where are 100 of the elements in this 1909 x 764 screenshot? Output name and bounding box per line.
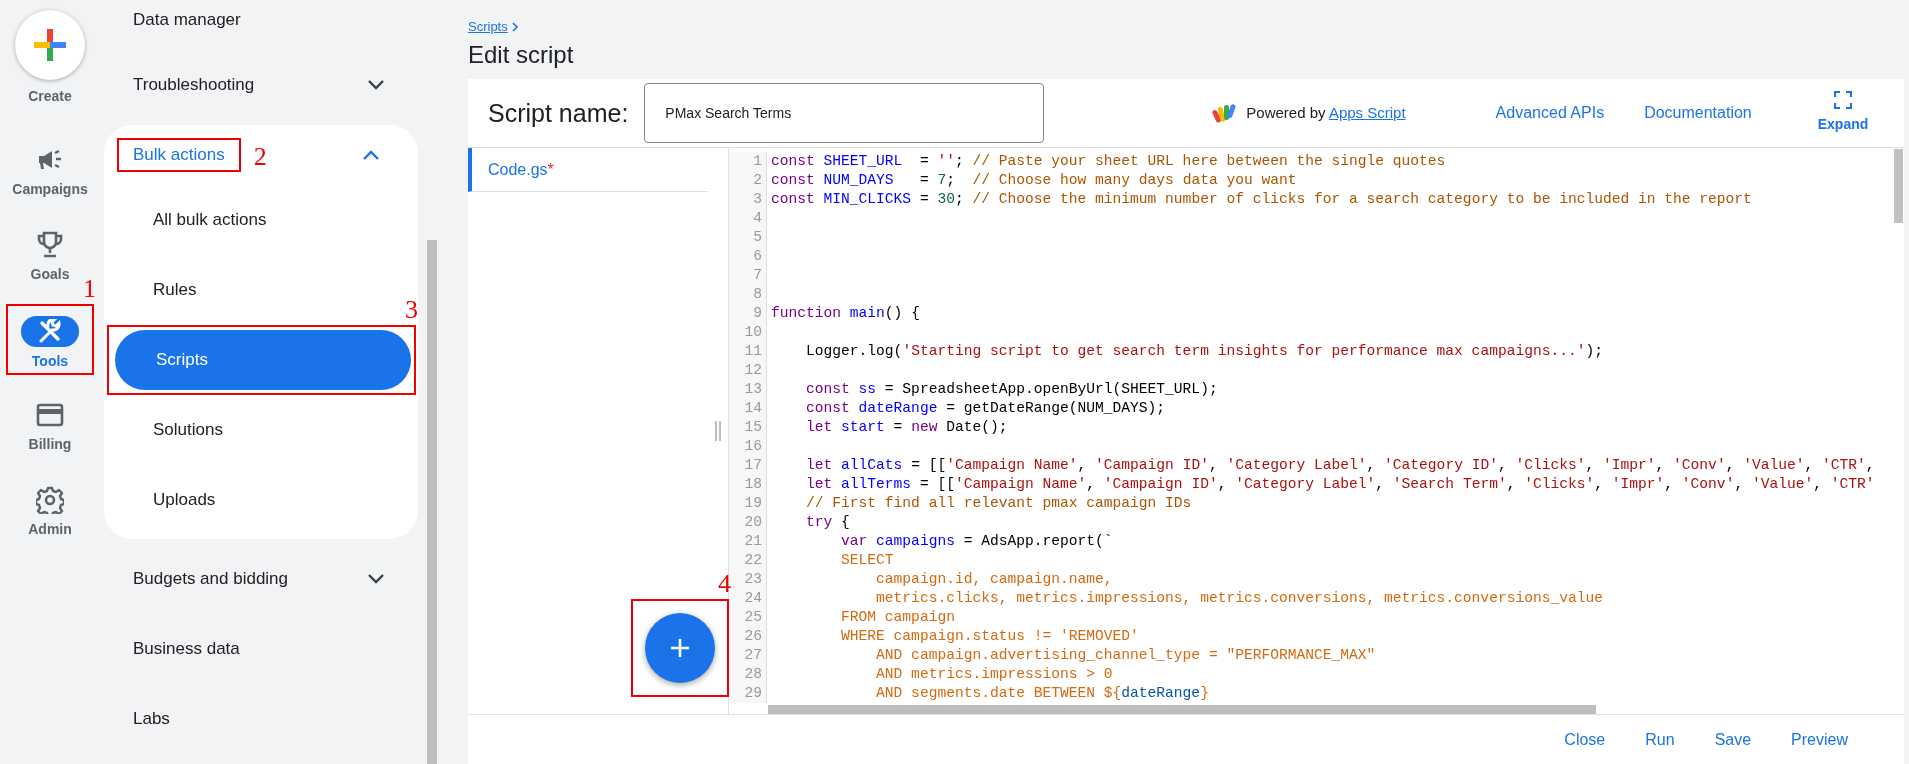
scrollbar[interactable] <box>427 240 437 764</box>
line-number: 13 <box>729 380 767 400</box>
code-line: AND metrics.impressions > 0 <box>875 665 1113 685</box>
code-line: Logger.log('Starting script to get search term insights for performance max campaigns...'); <box>805 342 1603 362</box>
line-number: 3 <box>729 190 767 210</box>
code-line: FROM campaign <box>840 608 955 628</box>
code-line: const ss = SpreadsheetApp.openByUrl(SHEET_URL); <box>805 380 1218 400</box>
apps-script-logo-icon <box>1212 102 1239 125</box>
chevron-down-icon[interactable] <box>367 79 385 91</box>
sidebar-section[interactable]: Business data <box>133 636 240 662</box>
code-line: let start = new Date(); <box>805 418 1008 438</box>
code-line: AND segments.date BETWEEN ${dateRange} <box>875 684 1209 704</box>
file-tab[interactable]: Code.gs* <box>468 148 708 193</box>
line-number: 27 <box>729 646 767 666</box>
sidebar-item[interactable]: Scripts <box>115 330 411 390</box>
footer-button[interactable]: Save <box>1696 721 1770 758</box>
line-number: 6 <box>729 247 767 267</box>
tools-icon <box>37 318 63 345</box>
plus-icon <box>32 27 68 63</box>
line-number: 16 <box>729 437 767 457</box>
chevron-up-icon[interactable] <box>362 149 380 161</box>
sidebar-section[interactable]: Data manager <box>133 7 241 33</box>
chevron-right-icon <box>510 21 519 32</box>
code-line: SELECT <box>840 551 894 571</box>
annotation-number: 1 <box>83 276 96 302</box>
scrollbar[interactable] <box>1894 149 1903 224</box>
script-name-field[interactable]: PMax Search Terms <box>644 83 1045 144</box>
code-line: const MIN_CLICKS = 30; // Choose the minimum number of clicks for a search category to be included in the report <box>770 190 1752 210</box>
nav-rail-item[interactable]: Admin <box>21 467 79 552</box>
line-number: 29 <box>729 684 767 704</box>
create-label: Create <box>28 87 72 106</box>
expand-button[interactable]: Expand <box>1817 91 1869 136</box>
line-number: 4 <box>729 209 767 229</box>
powered-by-text: Powered by Apps Script <box>1246 103 1406 124</box>
expand-icon <box>1834 91 1853 110</box>
line-number: 17 <box>729 456 767 476</box>
header-link[interactable]: Documentation <box>1644 101 1752 126</box>
line-number: 19 <box>729 494 767 514</box>
code-line: // First find all relevant pmax campaign IDs <box>805 494 1192 514</box>
add-button[interactable] <box>645 613 715 683</box>
sidebar-section[interactable]: Labs <box>133 706 170 732</box>
line-number: 26 <box>729 627 767 647</box>
line-number: 18 <box>729 475 767 495</box>
plus-icon <box>669 637 691 659</box>
code-line: const NUM_DAYS = 7; // Choose how many days data you want <box>770 171 1297 191</box>
line-number: 11 <box>729 342 767 362</box>
code-line: AND campaign.advertising_channel_type = "PERFORMANCE_MAX" <box>875 646 1376 666</box>
line-number: 15 <box>729 418 767 438</box>
line-number: 25 <box>729 608 767 628</box>
line-number: 7 <box>729 266 767 286</box>
annotation-number: 2 <box>253 144 267 171</box>
nav-rail-item[interactable]: Tools <box>21 306 79 373</box>
code-line: const SHEET_URL = ''; // Paste your sheet URL here between the single quotes <box>770 152 1446 172</box>
gear-icon <box>36 485 64 514</box>
nav-rail-item[interactable]: Billing <box>21 382 79 467</box>
line-number: 8 <box>729 285 767 305</box>
line-number: 20 <box>729 513 767 533</box>
line-number: 24 <box>729 589 767 609</box>
code-line: campaign.id, campaign.name, <box>875 570 1113 590</box>
trophy-icon <box>37 230 63 259</box>
line-number: 12 <box>729 361 767 381</box>
sidebar-section[interactable]: Budgets and bidding <box>133 566 289 592</box>
sidebar-item[interactable]: Solutions <box>104 400 418 460</box>
annotation-number: 4 <box>718 571 731 597</box>
code-line: var campaigns = AdsApp.report(` <box>840 532 1113 552</box>
code-line: try { <box>805 513 850 533</box>
breadcrumb-link[interactable]: Scripts <box>468 17 508 37</box>
chevron-down-icon[interactable] <box>367 573 385 585</box>
create-button[interactable] <box>15 10 85 80</box>
footer-button[interactable]: Run <box>1627 721 1693 758</box>
line-number: 10 <box>729 323 767 343</box>
apps-script-link[interactable]: Apps Script <box>1328 104 1406 122</box>
scrollbar[interactable] <box>768 705 1596 714</box>
page-title: Edit script <box>468 40 575 70</box>
line-number: 22 <box>729 551 767 571</box>
sidebar-section[interactable]: Bulk actions <box>119 140 239 170</box>
line-number: 5 <box>729 228 767 248</box>
sidebar-section[interactable]: Troubleshooting <box>133 72 255 98</box>
drag-handle-icon[interactable] <box>714 421 722 442</box>
nav-rail-item[interactable]: Goals <box>21 212 79 297</box>
code-line: WHERE campaign.status != 'REMOVED' <box>840 627 1139 647</box>
code-line: let allTerms = [['Campaign Name', 'Campaign ID', 'Category Label', 'Search Term', 'Clicks', 'Impr', 'Conv', 'Value', 'CTR' <box>805 475 1875 495</box>
code-line: metrics.clicks, metrics.impressions, metrics.conversions, metrics.conversions_value <box>875 589 1603 609</box>
sidebar-item[interactable]: Uploads <box>104 470 418 530</box>
line-number: 21 <box>729 532 767 552</box>
line-number: 28 <box>729 665 767 685</box>
nav-rail-item[interactable]: Campaigns <box>12 127 88 212</box>
header-link[interactable]: Advanced APIs <box>1495 101 1605 126</box>
code-line: const dateRange = getDateRange(NUM_DAYS); <box>805 399 1166 419</box>
line-number: 1 <box>729 152 767 172</box>
sidebar-item[interactable]: All bulk actions <box>104 190 418 250</box>
code-line: function main() { <box>770 304 920 324</box>
credit-card-icon <box>36 402 64 427</box>
field-label: Script name: <box>488 97 629 129</box>
footer-button[interactable]: Close <box>1546 721 1624 758</box>
line-number: 2 <box>729 171 767 191</box>
code-line: let allCats = [['Campaign Name', 'Campaign ID', 'Category Label', 'Category ID', 'Clicks', 'Impr', 'Conv', 'Value', 'CTR', <box>805 456 1875 476</box>
footer-button[interactable]: Preview <box>1773 721 1866 758</box>
annotation-number: 3 <box>405 297 418 323</box>
line-number: 14 <box>729 399 767 419</box>
